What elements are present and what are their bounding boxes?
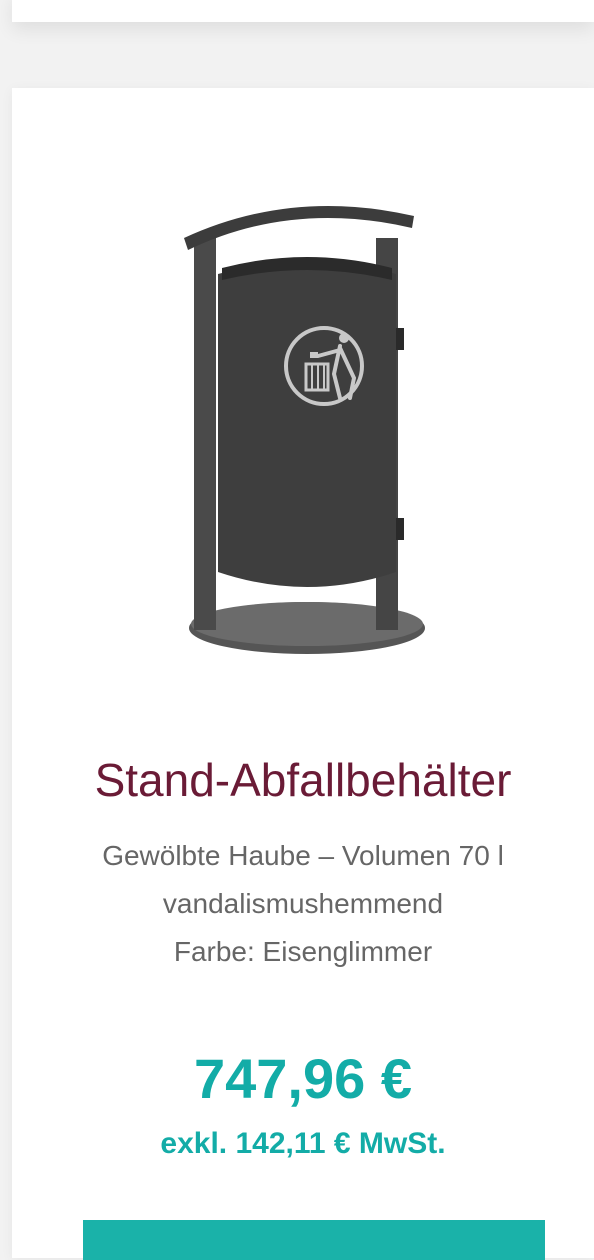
trash-bin-product-image[interactable]: [182, 198, 432, 668]
description-line-color: Farbe: Eisenglimmer: [173, 936, 433, 967]
add-to-cart-button[interactable]: [83, 1220, 545, 1260]
description-line-feature: vandalismushemmend: [162, 888, 444, 919]
product-title[interactable]: Stand-Abfallbehälter: [12, 752, 594, 808]
product-card[interactable]: Stand-Abfallbehälter Gewölbte Haube – Vo…: [12, 88, 594, 1260]
product-description: Gewölbte Haube – Volumen 70 l vandalismu…: [12, 832, 594, 976]
description-line-volume: Gewölbte Haube – Volumen 70 l: [102, 840, 504, 871]
tax-note: exkl. 142,11 € MwSt.: [160, 1127, 446, 1160]
previous-product-card: [12, 0, 594, 22]
product-price: 747,96 €: [194, 1047, 412, 1110]
